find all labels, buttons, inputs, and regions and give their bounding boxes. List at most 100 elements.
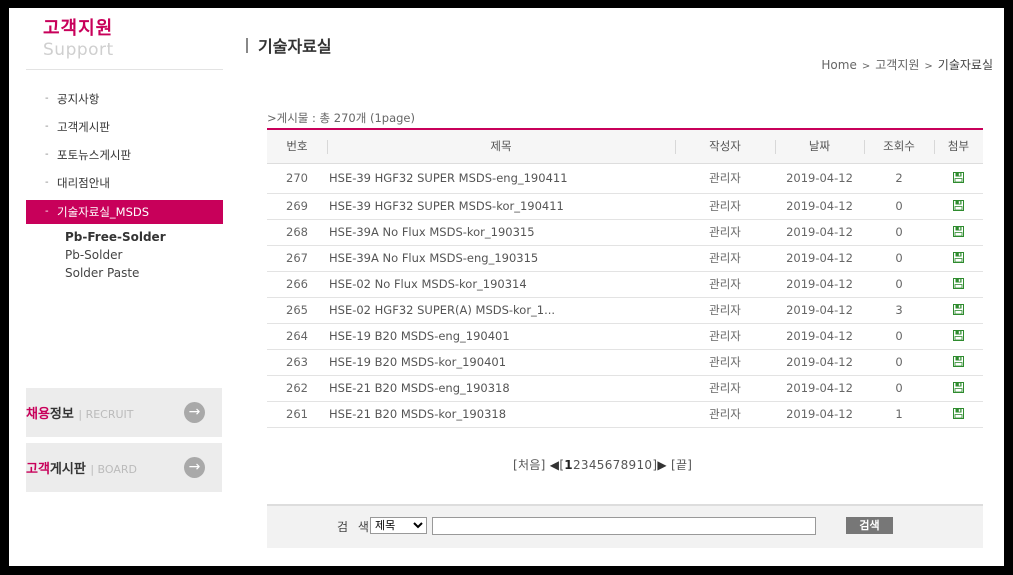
sidebar-item-customer-board[interactable]: - 고객게시판 [26,116,223,144]
next-triangle-icon[interactable]: ▶ [657,458,667,472]
floppy-disk-icon[interactable] [953,226,964,237]
cell-views: 3 [895,303,903,317]
cell-title[interactable]: HSE-02 No Flux MSDS-kor_190314 [327,271,675,297]
sidebar-brand: 고객지원 Support [43,18,114,60]
floppy-disk-icon[interactable] [953,408,964,419]
col-header-date: 날짜 [775,129,864,164]
table-row[interactable]: 268 HSE-39A No Flux MSDS-kor_190315 관리자 201… [267,219,983,245]
board-table: 번호 제목 작성자 날짜 조회수 첨부 270 HSE-39 HGF32 SUPE… [267,128,983,428]
search-field-select[interactable]: 제목 [370,517,427,534]
sidebar-item-dealers[interactable]: - 대리점안내 [26,172,223,200]
cell-title[interactable]: HSE-39 HGF32 SUPER MSDS-kor_190411 [327,193,675,219]
banner-title-accent: 고객 [26,462,50,477]
table-row[interactable]: 265 HSE-02 HGF32 SUPER(A) MSDS-kor_1... 관리… [267,297,983,323]
pagination: [처음] ◀[12345678910]▶ [끝] [513,456,692,473]
cell-no: 264 [286,329,308,343]
breadcrumb: Home > 고객지원 > 기술자료실 [821,56,993,73]
cell-no: 268 [286,225,308,239]
arrow-right-icon[interactable]: → [184,457,205,478]
cell-attachment [934,245,983,271]
cell-title[interactable]: HSE-19 B20 MSDS-kor_190401 [327,349,675,375]
table-header-row: 번호 제목 작성자 날짜 조회수 첨부 [267,129,983,164]
sidebar-item-notice[interactable]: - 공지사항 [26,88,223,116]
cell-views: 0 [895,277,903,291]
arrow-right-icon[interactable]: → [184,402,205,423]
prev-triangle-icon[interactable]: ◀ [550,458,560,472]
table-row[interactable]: 267 HSE-39A No Flux MSDS-eng_190315 관리자 201… [267,245,983,271]
pager-page-link[interactable]: 2 [573,458,581,472]
cell-author: 관리자 [709,407,741,421]
breadcrumb-sep: > [861,61,871,72]
cell-title[interactable]: HSE-39A No Flux MSDS-kor_190315 [327,219,675,245]
pager-page-link[interactable]: 5 [597,458,605,472]
table-row[interactable]: 261 HSE-21 B20 MSDS-kor_190318 관리자 2019-04-… [267,401,983,427]
submenu-item-solder-paste[interactable]: Solder Paste [65,264,166,282]
floppy-disk-icon[interactable] [953,304,964,315]
submenu-item-pb-free[interactable]: Pb-Free-Solder [65,228,166,246]
table-row[interactable]: 263 HSE-19 B20 MSDS-kor_190401 관리자 2019-04-… [267,349,983,375]
brand-title: 고객지원 [43,18,114,39]
cell-views: 0 [895,381,903,395]
pager-page-link[interactable]: 4 [589,458,597,472]
cell-date: 2019-04-12 [786,381,853,395]
page-title: 기술자료실 [246,33,332,57]
search-input[interactable] [432,517,816,535]
table-row[interactable]: 269 HSE-39 HGF32 SUPER MSDS-kor_190411 관리자… [267,193,983,219]
banner-title-rest: 정보 [49,407,74,422]
pager-page-link[interactable]: 3 [581,458,589,472]
recruit-banner[interactable]: 채용정보 | RECRUIT → [26,388,222,437]
floppy-disk-icon[interactable] [953,200,964,211]
bullet-icon: - [45,121,49,132]
floppy-disk-icon[interactable] [953,172,964,183]
cell-title[interactable]: HSE-21 B20 MSDS-kor_190318 [327,401,675,427]
sidebar-item-msds[interactable]: - 기술자료실_MSDS [26,200,223,224]
cell-author: 관리자 [709,329,741,343]
col-header-author: 작성자 [675,129,775,164]
cell-date: 2019-04-12 [786,251,853,265]
pager-page-link[interactable]: 1 [564,458,573,472]
submenu-item-pb-solder[interactable]: Pb-Solder [65,246,166,264]
sidebar-item-label: 기술자료실_MSDS [57,205,150,219]
sidebar-item-label: 대리점안내 [57,176,110,190]
floppy-disk-icon[interactable] [953,356,964,367]
pager-last[interactable]: [끝] [671,458,692,472]
table-row[interactable]: 262 HSE-21 B20 MSDS-eng_190318 관리자 2019-04-… [267,375,983,401]
cell-views: 0 [895,251,903,265]
sidebar-item-photo-news[interactable]: - 포토뉴스게시판 [26,144,223,172]
breadcrumb-sep: > [924,61,933,72]
cell-author: 관리자 [709,199,741,213]
cell-no: 263 [286,355,308,369]
floppy-disk-icon[interactable] [953,382,964,393]
pager-page-link[interactable]: 6 [605,458,613,472]
cell-title[interactable]: HSE-02 HGF32 SUPER(A) MSDS-kor_1... [327,297,675,323]
cell-title[interactable]: HSE-21 B20 MSDS-eng_190318 [327,375,675,401]
floppy-disk-icon[interactable] [953,330,964,341]
floppy-disk-icon[interactable] [953,252,964,263]
pager-first[interactable]: [처음] [513,458,546,472]
cell-date: 2019-04-12 [786,303,853,317]
bullet-icon: - [45,93,49,104]
pager-page-link[interactable]: 10 [636,458,652,472]
cell-title[interactable]: HSE-19 B20 MSDS-eng_190401 [327,323,675,349]
floppy-disk-icon[interactable] [953,278,964,289]
cell-no: 266 [286,277,308,291]
table-row[interactable]: 264 HSE-19 B20 MSDS-eng_190401 관리자 2019-04-… [267,323,983,349]
table-row[interactable]: 270 HSE-39 HGF32 SUPER MSDS-eng_190411 관리자… [267,163,983,193]
bullet-icon: - [45,177,49,188]
breadcrumb-support[interactable]: 고객지원 [875,58,919,72]
cell-title[interactable]: HSE-39 HGF32 SUPER MSDS-eng_190411 [327,163,675,193]
table-row[interactable]: 266 HSE-02 No Flux MSDS-kor_190314 관리자 2019… [267,271,983,297]
cell-views: 0 [895,199,903,213]
banner-title-rest: 게시판 [49,462,86,477]
cell-title[interactable]: HSE-39A No Flux MSDS-eng_190315 [327,245,675,271]
search-button[interactable]: 검색 [846,517,893,534]
breadcrumb-home[interactable]: Home [821,58,856,72]
cell-date: 2019-04-12 [786,329,853,343]
pager-page-link[interactable]: 7 [613,458,621,472]
sidebar-item-label: 공지사항 [57,92,100,106]
cell-author: 관리자 [709,381,741,395]
col-header-views: 조회수 [864,129,934,164]
board-banner[interactable]: 고객게시판 | BOARD → [26,443,222,492]
pager-page-link[interactable]: 8 [621,458,629,472]
cell-author: 관리자 [709,355,741,369]
